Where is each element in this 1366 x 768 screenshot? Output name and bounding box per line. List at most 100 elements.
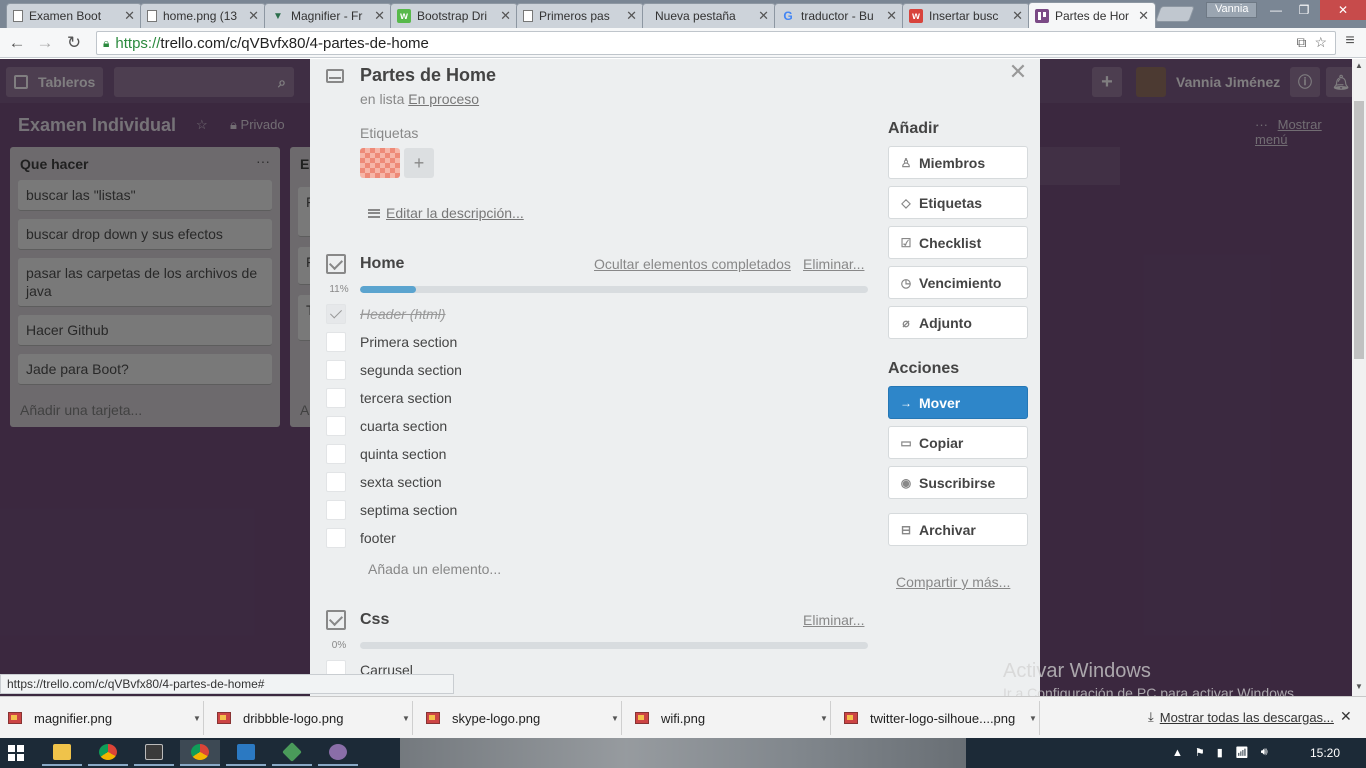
scroll-down-icon[interactable]: ▼: [1352, 680, 1366, 694]
share-more-link[interactable]: Compartir y más...: [896, 574, 1010, 590]
close-tab-icon[interactable]: ✕: [374, 8, 385, 24]
close-tab-icon[interactable]: ✕: [886, 8, 897, 24]
checklist-item[interactable]: Primera section: [326, 331, 457, 353]
taskbar-clock[interactable]: 15:20: [1310, 746, 1340, 760]
checklist-item[interactable]: Header (html): [326, 303, 446, 325]
archive-button[interactable]: ⊟ Archivar: [888, 513, 1028, 546]
checkbox[interactable]: [326, 500, 346, 520]
chevron-down-icon[interactable]: ▼: [400, 714, 412, 723]
git-app-icon[interactable]: [272, 740, 312, 766]
scroll-up-icon[interactable]: ▲: [1352, 59, 1366, 73]
checklist-title[interactable]: Home: [360, 255, 404, 273]
checkbox[interactable]: [326, 360, 346, 380]
show-all-downloads-link[interactable]: ⤓ Mostrar todas las descargas...: [1148, 709, 1334, 725]
close-icon[interactable]: ✕: [1006, 59, 1030, 85]
add-label-button[interactable]: +: [404, 148, 434, 178]
browser-tab[interactable]: w Bootstrap Dri ✕: [390, 3, 518, 28]
volume-icon[interactable]: 🔊︎: [1261, 746, 1268, 759]
checklist-item[interactable]: segunda section: [326, 359, 462, 381]
download-item[interactable]: dribbble-logo.png ▼: [209, 701, 413, 735]
subscribe-button[interactable]: ◉ Suscribirse: [888, 466, 1028, 499]
close-tab-icon[interactable]: ✕: [500, 8, 511, 24]
chevron-down-icon[interactable]: ▼: [191, 714, 203, 723]
chrome-active-icon[interactable]: [180, 740, 220, 766]
checkbox[interactable]: [326, 332, 346, 352]
attachment-button[interactable]: ⌀ Adjunto: [888, 306, 1028, 339]
checkbox[interactable]: [326, 444, 346, 464]
download-item[interactable]: wifi.png ▼: [627, 701, 831, 735]
restore-icon[interactable]: ❐: [1290, 0, 1318, 20]
checkbox[interactable]: [326, 388, 346, 408]
scrollbar-thumb[interactable]: [1354, 101, 1364, 359]
page-scrollbar[interactable]: ▲ ▼: [1352, 59, 1366, 696]
browser-profile-chip[interactable]: Vannia: [1206, 2, 1258, 18]
delete-checklist-link[interactable]: Eliminar...: [803, 256, 864, 272]
close-tab-icon[interactable]: ✕: [248, 8, 259, 24]
chrome-icon[interactable]: [88, 740, 128, 766]
checklist-item[interactable]: cuarta section: [326, 415, 447, 437]
chevron-down-icon[interactable]: ▼: [818, 714, 830, 723]
chevron-up-icon[interactable]: ▲: [1172, 747, 1183, 759]
close-tab-icon[interactable]: ✕: [1138, 8, 1149, 24]
browser-menu-icon[interactable]: ≡: [1340, 32, 1360, 50]
checklist-item[interactable]: footer: [326, 527, 396, 549]
hide-completed-link[interactable]: Ocultar elementos completados: [594, 256, 791, 272]
minimize-icon[interactable]: —: [1262, 0, 1290, 20]
reload-icon[interactable]: ↻: [62, 32, 86, 54]
download-item[interactable]: skype-logo.png ▼: [418, 701, 622, 735]
add-checklist-item-input[interactable]: Añada un elemento...: [368, 561, 501, 577]
close-tab-icon[interactable]: ✕: [626, 8, 637, 24]
browser-tab[interactable]: home.png (13 ✕: [140, 3, 266, 28]
file-explorer-icon[interactable]: [42, 740, 82, 766]
chevron-down-icon[interactable]: ▼: [1027, 714, 1039, 723]
close-icon[interactable]: ✕: [1340, 708, 1352, 725]
list-name-link[interactable]: En proceso: [408, 91, 479, 107]
translate-icon[interactable]: ⧉: [1296, 34, 1306, 51]
card-title[interactable]: Partes de Home: [360, 65, 496, 86]
checkbox-checked[interactable]: [326, 304, 346, 324]
download-item[interactable]: magnifier.png ▼: [0, 701, 204, 735]
new-tab-button[interactable]: [1155, 6, 1195, 22]
labels-button[interactable]: ◇ Etiquetas: [888, 186, 1028, 219]
members-button[interactable]: ♙ Miembros: [888, 146, 1028, 179]
browser-tab[interactable]: Nueva pestaña ✕: [642, 3, 776, 28]
browser-tab[interactable]: Primeros pas ✕: [516, 3, 644, 28]
checklist-button[interactable]: ☑ Checklist: [888, 226, 1028, 259]
move-button[interactable]: → Mover: [888, 386, 1028, 419]
checkbox[interactable]: [326, 472, 346, 492]
settings-app-icon[interactable]: [318, 740, 358, 766]
flag-icon[interactable]: ⚑: [1195, 746, 1205, 759]
star-icon[interactable]: ☆: [1314, 34, 1327, 51]
card-label[interactable]: [360, 148, 400, 178]
notes-app-icon[interactable]: [226, 740, 266, 766]
terminal-app-icon[interactable]: [134, 740, 174, 766]
checklist-item[interactable]: sexta section: [326, 471, 442, 493]
browser-tab[interactable]: Examen Boot ✕: [6, 3, 142, 28]
close-tab-icon[interactable]: ✕: [758, 8, 769, 24]
close-window-icon[interactable]: ✕: [1320, 0, 1366, 20]
chevron-down-icon[interactable]: ▼: [609, 714, 621, 723]
wifi-icon[interactable]: 📶︎: [1235, 746, 1249, 759]
browser-tab[interactable]: w Insertar busc ✕: [902, 3, 1030, 28]
browser-tab[interactable]: ▼ Magnifier - Fr ✕: [264, 3, 392, 28]
browser-tab-active[interactable]: Partes de Hor ✕: [1028, 2, 1156, 28]
forward-arrow-icon[interactable]: →: [33, 32, 57, 54]
checkbox[interactable]: [326, 416, 346, 436]
checklist-item[interactable]: quinta section: [326, 443, 446, 465]
close-tab-icon[interactable]: ✕: [124, 8, 135, 24]
copy-button[interactable]: ▭ Copiar: [888, 426, 1028, 459]
close-tab-icon[interactable]: ✕: [1012, 8, 1023, 24]
checklist-title[interactable]: Css: [360, 611, 389, 629]
due-date-button[interactable]: ◷ Vencimiento: [888, 266, 1028, 299]
windows-start-icon[interactable]: [8, 745, 24, 761]
checklist-item[interactable]: tercera section: [326, 387, 452, 409]
edit-description-link[interactable]: Editar la descripción...: [368, 205, 524, 221]
battery-icon[interactable]: ▮: [1217, 746, 1223, 759]
back-arrow-icon[interactable]: ←: [5, 32, 29, 54]
address-bar[interactable]: 🔒︎ https://trello.com/c/qVBvfx80/4-parte…: [96, 31, 1336, 55]
browser-tab[interactable]: G traductor - Bu ✕: [774, 3, 904, 28]
download-item[interactable]: twitter-logo-silhoue....png ▼: [836, 701, 1040, 735]
checklist-item[interactable]: septima section: [326, 499, 457, 521]
delete-checklist-link[interactable]: Eliminar...: [803, 612, 864, 628]
checkbox[interactable]: [326, 528, 346, 548]
